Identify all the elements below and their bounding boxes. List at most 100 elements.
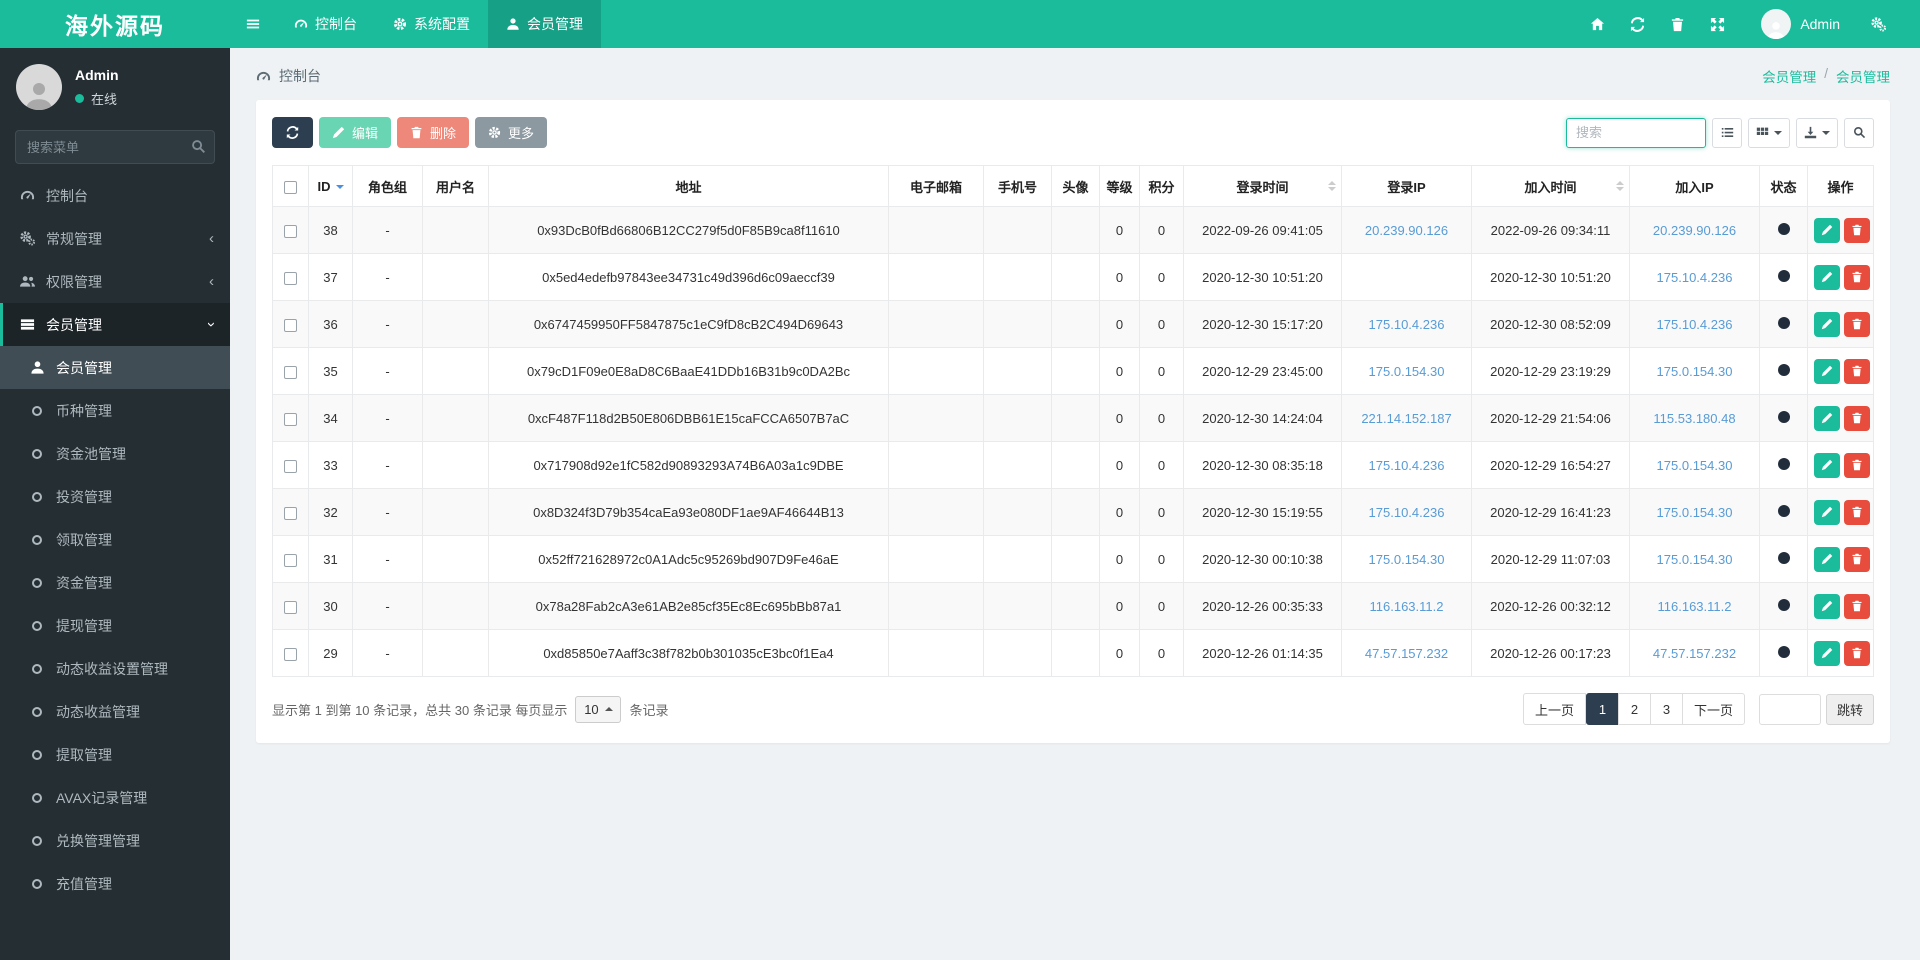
prev-page-button[interactable]: 上一页 <box>1523 693 1586 725</box>
toggle-view-button[interactable] <box>1712 118 1742 148</box>
row-delete-button[interactable] <box>1844 500 1870 525</box>
refresh-button[interactable] <box>272 117 313 148</box>
row-edit-button[interactable] <box>1814 265 1840 290</box>
col-status[interactable]: 状态 <box>1760 166 1808 207</box>
cell-join-ip[interactable]: 20.239.90.126 <box>1630 207 1760 254</box>
sidebar-item[interactable]: 投资管理 <box>0 475 230 518</box>
cell-login-ip[interactable]: 221.14.152.187 <box>1342 395 1472 442</box>
cell-join-ip[interactable]: 175.0.154.30 <box>1630 536 1760 583</box>
sidebar-item[interactable]: 权限管理‹ <box>0 260 230 303</box>
sidebar-item[interactable]: 控制台 <box>0 174 230 217</box>
sidebar-item[interactable]: 动态收益设置管理 <box>0 647 230 690</box>
sidebar-item[interactable]: 常规管理‹ <box>0 217 230 260</box>
more-button[interactable]: 更多 <box>475 117 547 148</box>
page-button[interactable]: 1 <box>1586 693 1619 725</box>
cell-login-ip[interactable]: 175.0.154.30 <box>1342 348 1472 395</box>
sidebar-item[interactable]: AVAX记录管理 <box>0 776 230 819</box>
col-phone[interactable]: 手机号 <box>984 166 1052 207</box>
sidebar-item[interactable]: 动态收益管理 <box>0 690 230 733</box>
row-checkbox[interactable] <box>284 554 297 567</box>
jump-button[interactable]: 跳转 <box>1826 694 1874 725</box>
sidebar-toggle-button[interactable] <box>230 0 276 48</box>
cell-login-ip[interactable]: 175.0.154.30 <box>1342 536 1472 583</box>
row-edit-button[interactable] <box>1814 594 1840 619</box>
row-checkbox[interactable] <box>284 413 297 426</box>
row-delete-button[interactable] <box>1844 547 1870 572</box>
cell-login-ip[interactable]: 175.10.4.236 <box>1342 442 1472 489</box>
row-delete-button[interactable] <box>1844 312 1870 337</box>
col-id[interactable]: ID <box>309 166 353 207</box>
sidebar-item[interactable]: 领取管理 <box>0 518 230 561</box>
cell-login-ip[interactable]: 47.57.157.232 <box>1342 630 1472 677</box>
cell-login-ip[interactable] <box>1342 254 1472 301</box>
nav-item-system-config[interactable]: 系统配置 <box>375 0 488 48</box>
trash-icon[interactable] <box>1657 17 1697 32</box>
col-avatar[interactable]: 头像 <box>1052 166 1100 207</box>
row-checkbox[interactable] <box>284 366 297 379</box>
export-dropdown-button[interactable] <box>1796 118 1838 148</box>
row-edit-button[interactable] <box>1814 453 1840 478</box>
sidebar-item[interactable]: 兑换管理管理 <box>0 819 230 862</box>
brand-logo[interactable]: 海外源码 <box>0 0 230 48</box>
cell-join-ip[interactable]: 175.0.154.30 <box>1630 348 1760 395</box>
col-join-time[interactable]: 加入时间 <box>1472 166 1630 207</box>
col-email[interactable]: 电子邮箱 <box>889 166 984 207</box>
row-delete-button[interactable] <box>1844 406 1870 431</box>
row-checkbox[interactable] <box>284 225 297 238</box>
col-level[interactable]: 等级 <box>1100 166 1140 207</box>
row-delete-button[interactable] <box>1844 453 1870 478</box>
col-login-ip[interactable]: 登录IP <box>1342 166 1472 207</box>
sidebar-item[interactable]: 会员管理› <box>0 303 230 346</box>
cell-login-ip[interactable]: 20.239.90.126 <box>1342 207 1472 254</box>
col-login-time[interactable]: 登录时间 <box>1184 166 1342 207</box>
row-edit-button[interactable] <box>1814 218 1840 243</box>
col-actions[interactable]: 操作 <box>1808 166 1874 207</box>
col-join-ip[interactable]: 加入IP <box>1630 166 1760 207</box>
page-button[interactable]: 2 <box>1618 693 1651 725</box>
cell-login-ip[interactable]: 116.163.11.2 <box>1342 583 1472 630</box>
cell-login-ip[interactable]: 175.10.4.236 <box>1342 489 1472 536</box>
home-icon[interactable] <box>1577 17 1617 32</box>
row-delete-button[interactable] <box>1844 265 1870 290</box>
sidebar-search-input[interactable] <box>15 130 215 164</box>
sidebar-item[interactable]: 会员管理 <box>0 346 230 389</box>
col-username[interactable]: 用户名 <box>423 166 489 207</box>
row-checkbox[interactable] <box>284 507 297 520</box>
nav-item-members[interactable]: 会员管理 <box>488 0 601 48</box>
sidebar-item[interactable]: 充值管理 <box>0 862 230 905</box>
cell-join-ip[interactable]: 175.10.4.236 <box>1630 254 1760 301</box>
edit-button[interactable]: 编辑 <box>319 117 391 148</box>
cell-join-ip[interactable]: 175.0.154.30 <box>1630 442 1760 489</box>
sidebar-item[interactable]: 提取管理 <box>0 733 230 776</box>
col-address[interactable]: 地址 <box>489 166 889 207</box>
col-points[interactable]: 积分 <box>1140 166 1184 207</box>
sidebar-item[interactable]: 资金管理 <box>0 561 230 604</box>
row-checkbox[interactable] <box>284 460 297 473</box>
row-delete-button[interactable] <box>1844 218 1870 243</box>
cell-login-ip[interactable]: 175.10.4.236 <box>1342 301 1472 348</box>
columns-dropdown-button[interactable] <box>1748 118 1790 148</box>
cell-join-ip[interactable]: 47.57.157.232 <box>1630 630 1760 677</box>
row-checkbox[interactable] <box>284 648 297 661</box>
refresh-icon[interactable] <box>1617 17 1657 32</box>
select-all-checkbox[interactable] <box>284 181 297 194</box>
row-edit-button[interactable] <box>1814 406 1840 431</box>
sidebar-item[interactable]: 币种管理 <box>0 389 230 432</box>
table-search-input[interactable] <box>1566 118 1706 148</box>
row-edit-button[interactable] <box>1814 359 1840 384</box>
row-checkbox[interactable] <box>284 319 297 332</box>
page-button[interactable]: 3 <box>1650 693 1683 725</box>
nav-item-dashboard[interactable]: 控制台 <box>276 0 375 48</box>
breadcrumb-link[interactable]: 会员管理 <box>1836 66 1890 86</box>
row-edit-button[interactable] <box>1814 312 1840 337</box>
settings-gears-icon[interactable] <box>1858 17 1898 32</box>
cell-join-ip[interactable]: 175.0.154.30 <box>1630 489 1760 536</box>
next-page-button[interactable]: 下一页 <box>1682 693 1745 725</box>
cell-join-ip[interactable]: 115.53.180.48 <box>1630 395 1760 442</box>
row-delete-button[interactable] <box>1844 641 1870 666</box>
row-checkbox[interactable] <box>284 601 297 614</box>
delete-button[interactable]: 删除 <box>397 117 469 148</box>
select-all-header[interactable] <box>273 166 309 207</box>
row-edit-button[interactable] <box>1814 641 1840 666</box>
row-edit-button[interactable] <box>1814 500 1840 525</box>
